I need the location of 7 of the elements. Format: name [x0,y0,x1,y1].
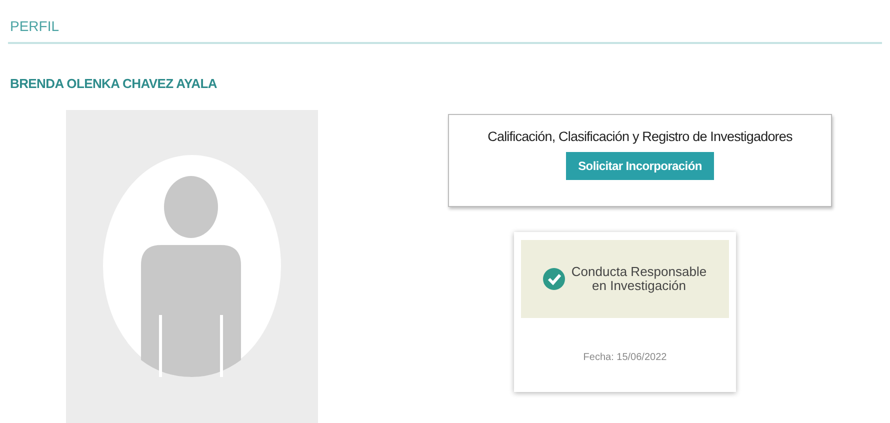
avatar-placeholder-icon [103,155,281,377]
badge-title: Conducta Responsable en Investigación [571,264,707,294]
card-title: Calificación, Clasificación y Registro de Investigadores [488,129,792,144]
profile-name: BRENDA OLENKA CHAVEZ AYALA [10,76,218,91]
badge-date: Fecha: 15/06/2022 [583,352,667,363]
request-button[interactable]: Solicitar Incorporación [566,152,714,180]
section-title: PERFIL [10,18,60,34]
